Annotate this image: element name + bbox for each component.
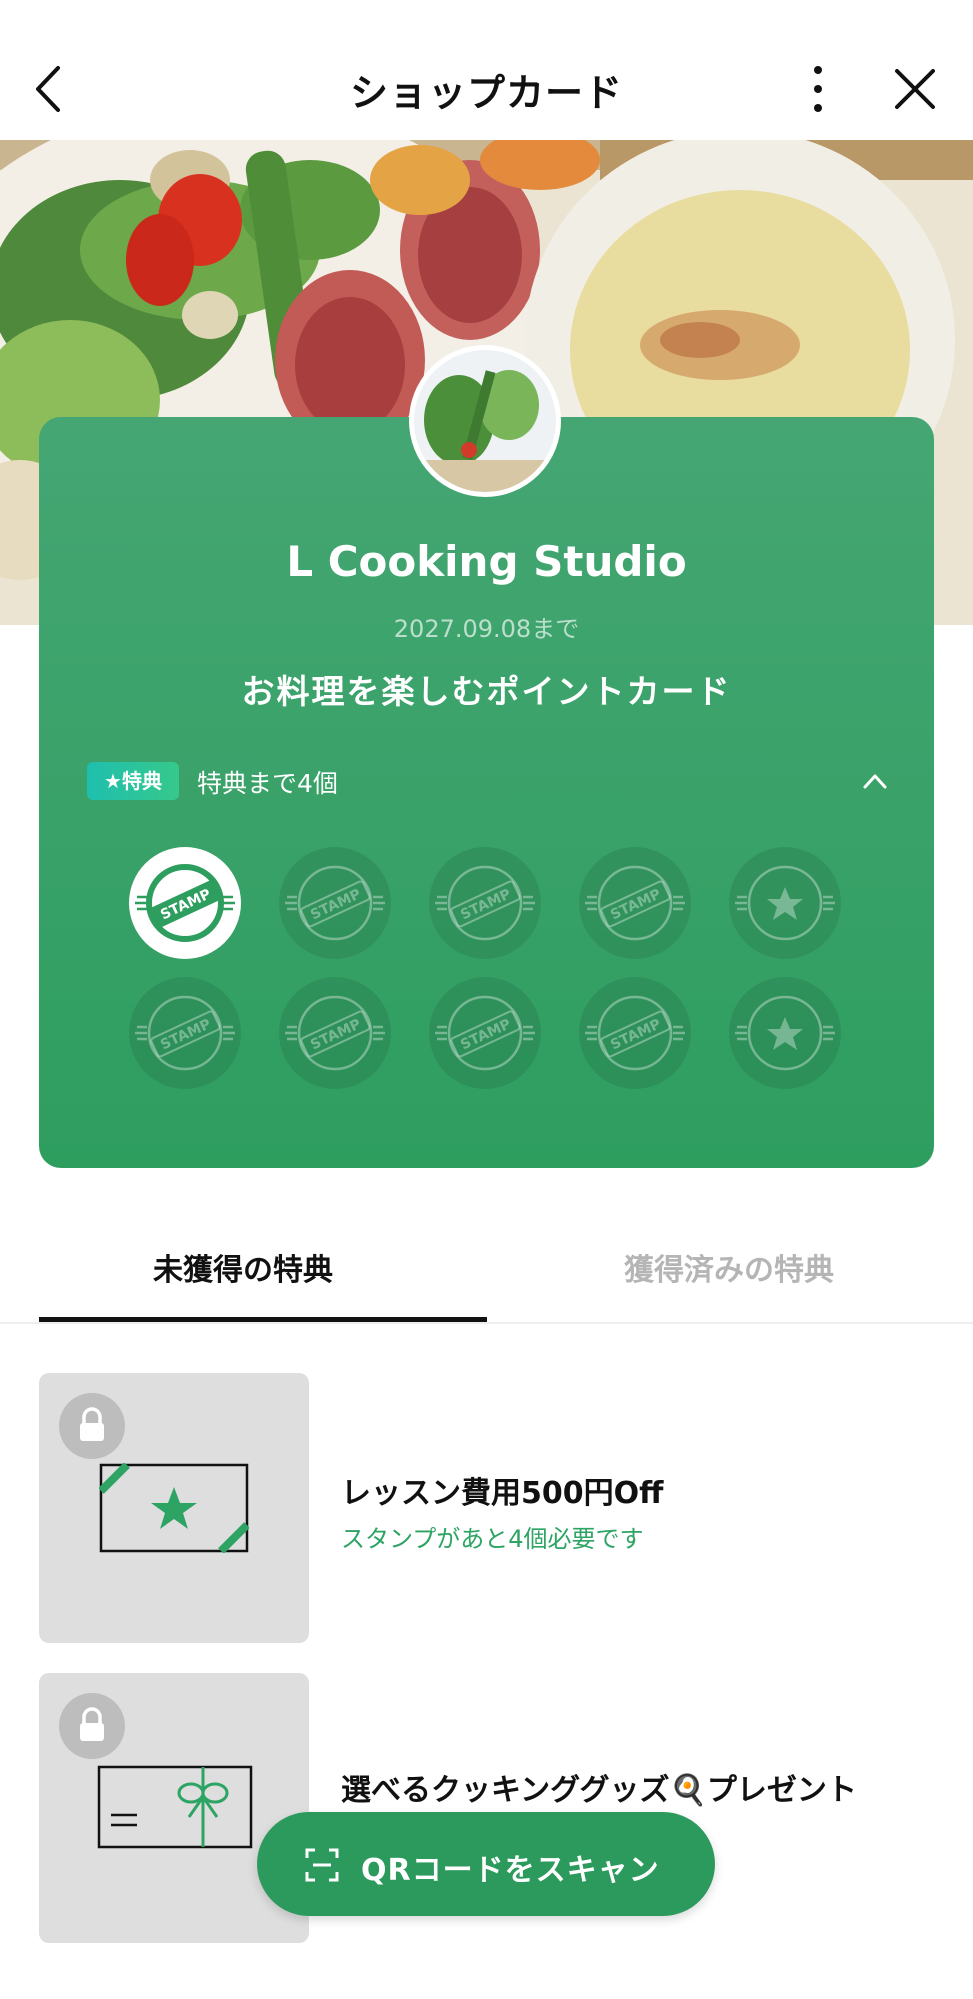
tab-unearned-rewards[interactable]: 未獲得の特典 xyxy=(0,1245,486,1289)
divider xyxy=(0,1322,973,1324)
stamp-collected: STAMP xyxy=(129,847,241,959)
qr-scan-button[interactable]: QRコードをスキャン xyxy=(257,1812,715,1916)
stamp-empty: STAMP xyxy=(429,847,541,959)
qr-scan-icon xyxy=(305,1848,339,1882)
qr-scan-label: QRコードをスキャン xyxy=(361,1853,660,1888)
reward-progress-text: 特典まで4個 xyxy=(197,769,338,798)
reward-tabs: 未獲得の特典 獲得済みの特典 xyxy=(0,1215,973,1325)
tab-earned-rewards[interactable]: 獲得済みの特典 xyxy=(486,1245,972,1289)
stamp-reward-slot xyxy=(729,977,841,1089)
chevron-up-icon[interactable] xyxy=(861,767,889,795)
card-expiry: 2027.09.08まで xyxy=(393,615,580,643)
stamp-grid: STAMP STAMP STAMP STAMP STAMP STAMP STAMP STAMP xyxy=(129,847,849,1089)
shop-avatar xyxy=(409,345,561,497)
app-header: ショップカード xyxy=(0,0,973,140)
shop-name: L Cooking Studio xyxy=(286,537,687,586)
lock-icon xyxy=(59,1393,125,1459)
reward-badge: ★特典 xyxy=(87,762,179,800)
more-vertical-icon[interactable] xyxy=(800,62,836,116)
stamp-empty: STAMP xyxy=(279,847,391,959)
stamp-empty: STAMP xyxy=(129,977,241,1089)
reward-title: レッスン費用500円Off xyxy=(341,1476,664,1511)
stamp-empty: STAMP xyxy=(279,977,391,1089)
stamp-empty: STAMP xyxy=(579,847,691,959)
stamp-empty: STAMP xyxy=(429,977,541,1089)
gift-card-icon xyxy=(97,1765,253,1849)
reward-list-item[interactable]: レッスン費用500円Off スタンプがあと4個必要です xyxy=(39,1373,934,1643)
stamp-reward-slot xyxy=(729,847,841,959)
reward-thumbnail xyxy=(39,1373,309,1643)
card-title: お料理を楽しむポイントカード xyxy=(241,672,732,711)
reward-thumbnail xyxy=(39,1673,309,1943)
lock-icon xyxy=(59,1693,125,1759)
shop-card: L Cooking Studio 2027.09.08まで お料理を楽しむポイン… xyxy=(39,417,934,1168)
reward-title: 選べるクッキンググッズ🍳プレゼント xyxy=(341,1773,857,1808)
close-icon[interactable] xyxy=(892,66,938,112)
reward-subtitle: スタンプがあと4個必要です xyxy=(341,1525,644,1553)
stamp-empty: STAMP xyxy=(579,977,691,1089)
coupon-star-icon xyxy=(99,1463,249,1553)
